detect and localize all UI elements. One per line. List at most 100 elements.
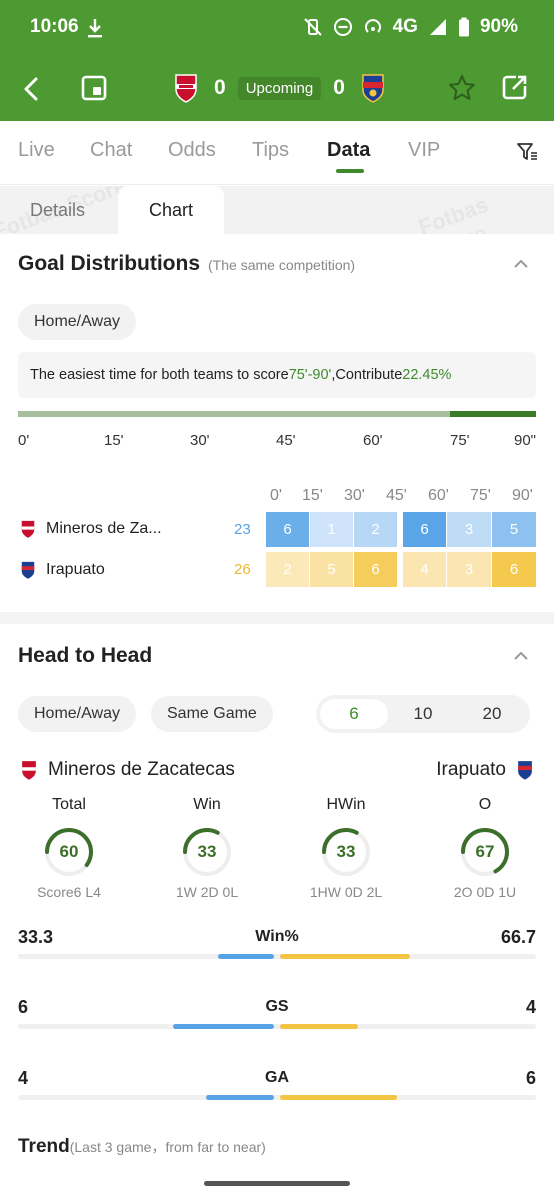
subtab-chart[interactable]: Chart [118, 186, 224, 234]
tab-chat[interactable]: Chat [90, 139, 132, 162]
tab-data[interactable]: Data [327, 139, 370, 162]
h2h-stat-total: Total 60 Score6 L4 [14, 796, 124, 900]
home-goal-cell: 5 [492, 512, 536, 547]
home-goal-cell: 2 [354, 512, 397, 547]
home-team-logo [22, 761, 36, 780]
dnd-icon [333, 18, 352, 36]
grid-header: 60' [428, 487, 449, 504]
collapse-chevron-icon[interactable] [512, 650, 530, 662]
goal-distribution-title: Goal Distributions (The same competition) [18, 252, 355, 276]
tab-live[interactable]: Live [18, 139, 55, 162]
goal-distribution-subtitle: (The same competition) [208, 257, 356, 273]
grid-header: 30' [344, 487, 365, 504]
cmp-label: Win% [255, 928, 299, 945]
cmp-track [18, 1024, 536, 1029]
trend-heading: Trend [18, 1136, 70, 1157]
home-team-logo [21, 520, 35, 538]
away-score: 0 [333, 76, 345, 99]
away-goal-cell: 2 [266, 552, 309, 587]
away-goal-cell: 3 [447, 552, 491, 587]
info-mid: ,Contribute [331, 367, 403, 383]
back-arrow-icon[interactable] [20, 76, 44, 102]
stat-value: 33 [336, 842, 356, 861]
home-away-filter-button[interactable]: Home/Away [18, 304, 136, 340]
game-count-6[interactable]: 6 [320, 699, 388, 729]
away-team-name: Irapuato [46, 561, 105, 578]
timeline-tick: 75' [450, 432, 470, 449]
subtab-details[interactable]: Details [30, 186, 85, 234]
cmp-home-bar [206, 1095, 274, 1100]
filter-icon[interactable] [516, 141, 538, 163]
status-time: 10:06 [30, 16, 79, 37]
grid-header: 45' [386, 487, 407, 504]
favorite-star-icon[interactable] [448, 74, 476, 102]
hotspot-icon [364, 19, 381, 33]
active-tab-indicator [336, 169, 364, 173]
section-divider [0, 612, 554, 624]
away-goal-cell: 4 [403, 552, 446, 587]
home-indicator[interactable] [204, 1181, 350, 1186]
h2h-stat-win: Win 33 1W 2D 0L [152, 796, 262, 900]
tab-tips[interactable]: Tips [252, 139, 289, 162]
collapse-chevron-icon[interactable] [512, 258, 530, 270]
battery-level: 90% [479, 16, 518, 37]
battery-icon [458, 17, 469, 37]
match-score: 0 Upcoming 0 [170, 70, 389, 106]
watermark: Fotbas Score [415, 191, 492, 234]
app-bar: 0 Upcoming 0 [0, 56, 554, 121]
stat-ring: 33 [320, 826, 372, 878]
h2h-away-team-name: Irapuato [436, 759, 506, 780]
grid-header: 15' [302, 487, 323, 504]
share-icon[interactable] [501, 73, 529, 101]
grid-header: 0' [270, 487, 282, 504]
timeline-tick: 45' [276, 432, 296, 449]
sub-tabs: Fotbas Score Fotbas Score Details Chart [0, 186, 554, 234]
stat-value: 67 [475, 842, 495, 861]
h2h-home-away-button[interactable]: Home/Away [18, 696, 136, 732]
easiest-time-info: The easiest time for both teams to score… [18, 352, 536, 398]
away-team-logo [362, 74, 384, 103]
cmp-home-bar [172, 1024, 274, 1029]
h2h-home-team-name: Mineros de Zacatecas [48, 759, 235, 780]
away-goal-cell: 6 [492, 552, 536, 587]
goal-distribution-heading: Goal Distributions [18, 252, 201, 275]
game-count-selector: 6 10 20 [316, 695, 530, 733]
cmp-away-bar [280, 1024, 358, 1029]
home-team-name: Mineros de Za... [46, 520, 162, 537]
signal-icon [429, 19, 446, 35]
h2h-away-team: Irapuato [436, 759, 536, 781]
info-prefix: The easiest time for both teams to score [30, 367, 289, 383]
timeline-bar [18, 411, 536, 417]
away-team-row: Irapuato [18, 560, 105, 580]
cmp-home-bar [217, 954, 274, 959]
grid-header: 75' [470, 487, 491, 504]
main-tabs: Live Chat Odds Tips Data VIP [0, 121, 554, 185]
h2h-same-game-button[interactable]: Same Game [151, 696, 273, 732]
home-goal-cell: 1 [310, 512, 353, 547]
home-team-row: Mineros de Za... [18, 519, 162, 539]
tab-vip[interactable]: VIP [408, 139, 440, 162]
stat-label: HWin [326, 796, 366, 813]
h2h-home-team: Mineros de Zacatecas [18, 759, 235, 781]
picture-in-picture-icon[interactable] [80, 74, 108, 102]
stat-detail: 1W 2D 0L [175, 884, 239, 900]
game-count-10[interactable]: 10 [389, 699, 457, 729]
status-bar: 10:06 4G 90% [0, 0, 554, 56]
game-count-20[interactable]: 20 [458, 699, 526, 729]
cmp-track [18, 1095, 536, 1100]
timeline-tick: 0' [18, 432, 30, 449]
network-type: 4G [392, 16, 418, 37]
h2h-stat-hwin: HWin 33 1HW 0D 2L [291, 796, 401, 900]
home-goal-cell: 6 [403, 512, 446, 547]
tab-odds[interactable]: Odds [168, 139, 216, 162]
h2h-stat-o: O 67 2O 0D 1U [430, 796, 540, 900]
timeline-tick: 15' [104, 432, 124, 449]
vibrate-off-icon [303, 18, 322, 36]
stat-detail: 2O 0D 1U [453, 884, 517, 900]
away-team-total: 26 [234, 561, 251, 578]
home-goal-cell: 3 [447, 512, 491, 547]
cmp-away-bar [280, 954, 411, 959]
stat-ring: 67 [459, 826, 511, 878]
info-time: 75'-90' [288, 367, 332, 383]
cmp-away-bar [280, 1095, 397, 1100]
